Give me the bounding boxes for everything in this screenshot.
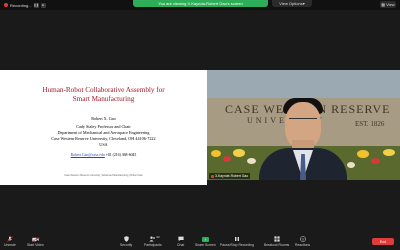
chat-label: Chat xyxy=(177,243,185,247)
share-screen-icon: ↑ xyxy=(201,236,209,242)
reactions-label: Reactions xyxy=(295,243,311,247)
microphone-icon xyxy=(6,236,13,242)
presenter-email[interactable]: Robert.Gao@case.edu xyxy=(71,153,105,157)
shared-slide: Human-Robot Collaborative Assembly for S… xyxy=(0,70,207,185)
participants-count: 62 xyxy=(156,235,160,239)
screen-share-banner: You are viewing X Kaynda-Robert Gao's sc… xyxy=(133,0,268,7)
chat-icon xyxy=(177,236,184,242)
reactions-icon xyxy=(299,236,306,242)
pause-recording-icon[interactable]: ❚❚ xyxy=(34,2,39,8)
wall-est: EST. 1826 xyxy=(355,120,385,128)
pause-stop-recording-label: Pause/Stop Recording xyxy=(220,243,254,247)
recording-indicator[interactable]: Recording... ❚❚ ■ xyxy=(4,1,46,9)
presenter-university: Case Western Reserve University, Clevela… xyxy=(51,136,156,141)
mic-muted-icon xyxy=(211,174,214,178)
breakout-rooms-button[interactable]: Breakout Rooms xyxy=(264,234,289,249)
pause-stop-recording-button[interactable]: Pause/Stop Recording xyxy=(220,234,254,249)
slide-title: Human-Robot Collaborative Assembly for S… xyxy=(0,86,207,104)
presenter-phone: +01 (216) 368-6045 xyxy=(105,153,137,157)
participants-button[interactable]: 62 Participants xyxy=(144,234,162,249)
security-label: Security xyxy=(120,243,133,247)
shield-icon xyxy=(123,236,130,242)
stop-recording-icon[interactable]: ■ xyxy=(40,2,46,8)
slide-title-line1: Human-Robot Collaborative Assembly for xyxy=(42,86,165,94)
presenter-country: USA xyxy=(99,142,108,147)
slide-title-line2: Smart Manufacturing xyxy=(72,95,135,103)
presenter-department: Department of Mechanical and Aerospace E… xyxy=(57,130,150,135)
video-camera-icon xyxy=(31,236,39,242)
view-options-label: View Options xyxy=(279,1,303,6)
slide-footer: Case Western Reserve University | Advanc… xyxy=(64,174,143,177)
presenter-name: Robert X. Gao xyxy=(91,116,116,121)
participants-label: Participants xyxy=(144,243,162,247)
share-screen-label: Share Screen xyxy=(195,243,216,247)
presenter-contact: Robert.Gao@case.edu +01 (216) 368-6045 xyxy=(0,153,207,157)
chat-button[interactable]: Chat xyxy=(177,234,184,249)
reactions-button[interactable]: Reactions xyxy=(295,234,310,249)
view-options-button[interactable]: View Options ▾ xyxy=(272,0,312,7)
breakout-rooms-label: Breakout Rooms xyxy=(264,243,290,247)
participants-icon: 62 xyxy=(149,235,160,242)
end-meeting-button[interactable]: End xyxy=(372,238,394,245)
unmute-button[interactable]: Unmute xyxy=(4,234,16,249)
participant-name-tag: 3-Kaynde-Robert Gao xyxy=(209,173,251,179)
presenter-role: Cady Staley Professor and Chair xyxy=(76,124,131,129)
recording-label: Recording... xyxy=(10,2,32,8)
person-glasses xyxy=(289,118,317,125)
participant-video[interactable]: CASE WESTERN RESERVE UNIVERSITY EST. 182… xyxy=(207,70,400,180)
recording-icon xyxy=(233,236,240,242)
unmute-label: Unmute xyxy=(4,243,16,247)
share-screen-button[interactable]: ↑ Share Screen xyxy=(195,234,216,249)
grid-icon: ▦ xyxy=(381,2,386,7)
chevron-down-icon: ▾ xyxy=(302,1,305,6)
participant-name: 3-Kaynde-Robert Gao xyxy=(215,174,249,178)
view-label: View xyxy=(386,2,395,7)
breakout-rooms-icon xyxy=(273,236,280,242)
recording-dot-icon xyxy=(4,3,8,7)
start-video-button[interactable]: Start Video xyxy=(27,234,44,249)
view-button[interactable]: ▦ View xyxy=(380,1,396,8)
security-button[interactable]: Security xyxy=(120,234,132,249)
meeting-toolbar: Unmute Start Video Security 62 Participa… xyxy=(0,233,400,250)
start-video-label: Start Video xyxy=(27,243,44,247)
